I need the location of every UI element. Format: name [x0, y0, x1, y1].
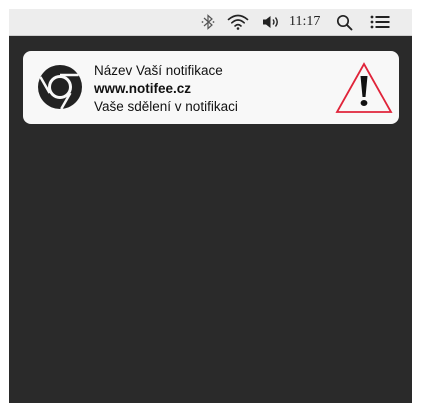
notification-message: Vaše sdělení v notifikaci	[94, 99, 238, 114]
notification-site: www.notifee.cz	[94, 81, 192, 96]
warning-icon	[334, 61, 394, 116]
notification-title: Název Vaší notifikace	[94, 63, 223, 78]
menu-bar: 11:17	[9, 9, 412, 36]
search-icon[interactable]	[335, 9, 353, 35]
notification-center-icon[interactable]	[369, 9, 391, 35]
bluetooth-icon[interactable]	[199, 9, 217, 35]
notification-content: Název Vaší notifikace www.notifee.cz Vaš…	[94, 62, 238, 116]
desktop-screen: 11:17 Název Vaší notifikace www.notifee.…	[9, 9, 412, 403]
wifi-icon[interactable]	[225, 9, 251, 35]
volume-icon[interactable]	[261, 9, 283, 35]
menu-bar-clock[interactable]: 11:17	[289, 9, 320, 35]
notification-banner[interactable]: Název Vaší notifikace www.notifee.cz Vaš…	[23, 51, 399, 124]
chrome-icon	[37, 64, 83, 110]
